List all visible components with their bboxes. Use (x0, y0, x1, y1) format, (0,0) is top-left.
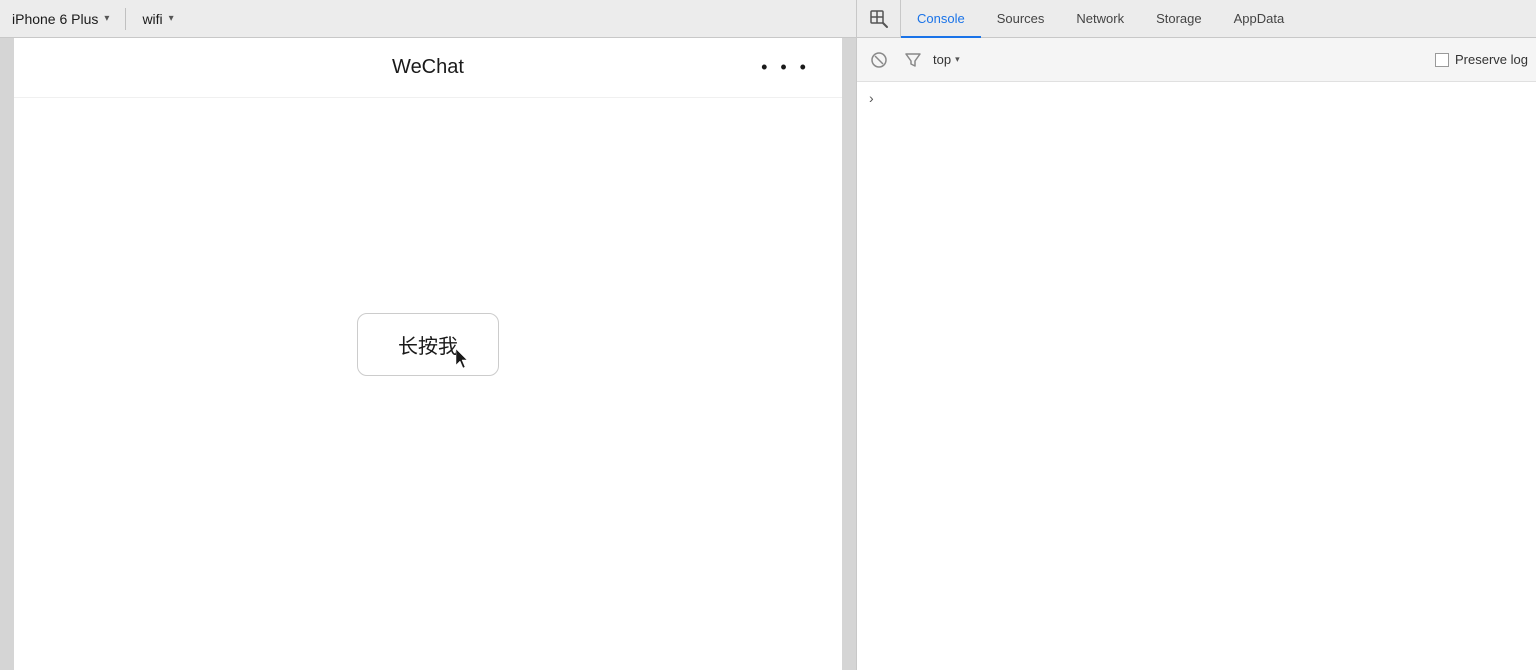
filter-button[interactable] (899, 46, 927, 74)
inspect-icon (869, 9, 889, 29)
filter-icon (905, 52, 921, 68)
toolbar-divider (125, 8, 126, 30)
long-press-button[interactable]: 长按我 (357, 313, 499, 376)
clear-icon (871, 52, 887, 68)
inspect-element-button[interactable] (857, 0, 901, 38)
context-dropdown-arrow: ▾ (955, 54, 960, 65)
tab-appdata[interactable]: AppData (1218, 0, 1301, 38)
preserve-log-label: Preserve log (1455, 52, 1528, 67)
clear-console-button[interactable] (865, 46, 893, 74)
wifi-name: wifi (142, 11, 162, 27)
cursor-icon (456, 349, 470, 369)
device-dropdown-arrow: ▾ (104, 13, 109, 24)
devtools-panel: top ▾ Preserve log › (856, 38, 1536, 670)
console-toolbar: top ▾ Preserve log (857, 38, 1536, 82)
device-name: iPhone 6 Plus (12, 11, 98, 27)
console-prompt-chevron[interactable]: › (869, 90, 874, 106)
devtools-tabs: Console Sources Network Storage AppData (856, 0, 1536, 38)
console-prompt-line: › (869, 90, 1524, 106)
console-body: › (857, 82, 1536, 670)
tab-network[interactable]: Network (1060, 0, 1140, 38)
context-selector[interactable]: top ▾ (933, 52, 960, 67)
tab-storage[interactable]: Storage (1140, 0, 1218, 38)
context-label: top (933, 52, 951, 67)
device-selector[interactable]: iPhone 6 Plus ▾ (0, 0, 121, 37)
wifi-selector[interactable]: wifi ▾ (130, 0, 185, 37)
tab-sources[interactable]: Sources (981, 0, 1061, 38)
preserve-log-area: Preserve log (1435, 52, 1528, 67)
app-header: WeChat • • • (14, 38, 842, 98)
simulator-screen: WeChat • • • 长按我 (14, 38, 842, 670)
app-body: 长按我 (14, 98, 842, 670)
tab-console[interactable]: Console (901, 0, 981, 38)
app-menu-dots: • • • (761, 57, 810, 78)
app-title: WeChat (392, 56, 464, 79)
wifi-dropdown-arrow: ▾ (169, 13, 174, 24)
preserve-log-checkbox[interactable] (1435, 53, 1449, 67)
simulator-panel: WeChat • • • 长按我 (0, 38, 856, 670)
